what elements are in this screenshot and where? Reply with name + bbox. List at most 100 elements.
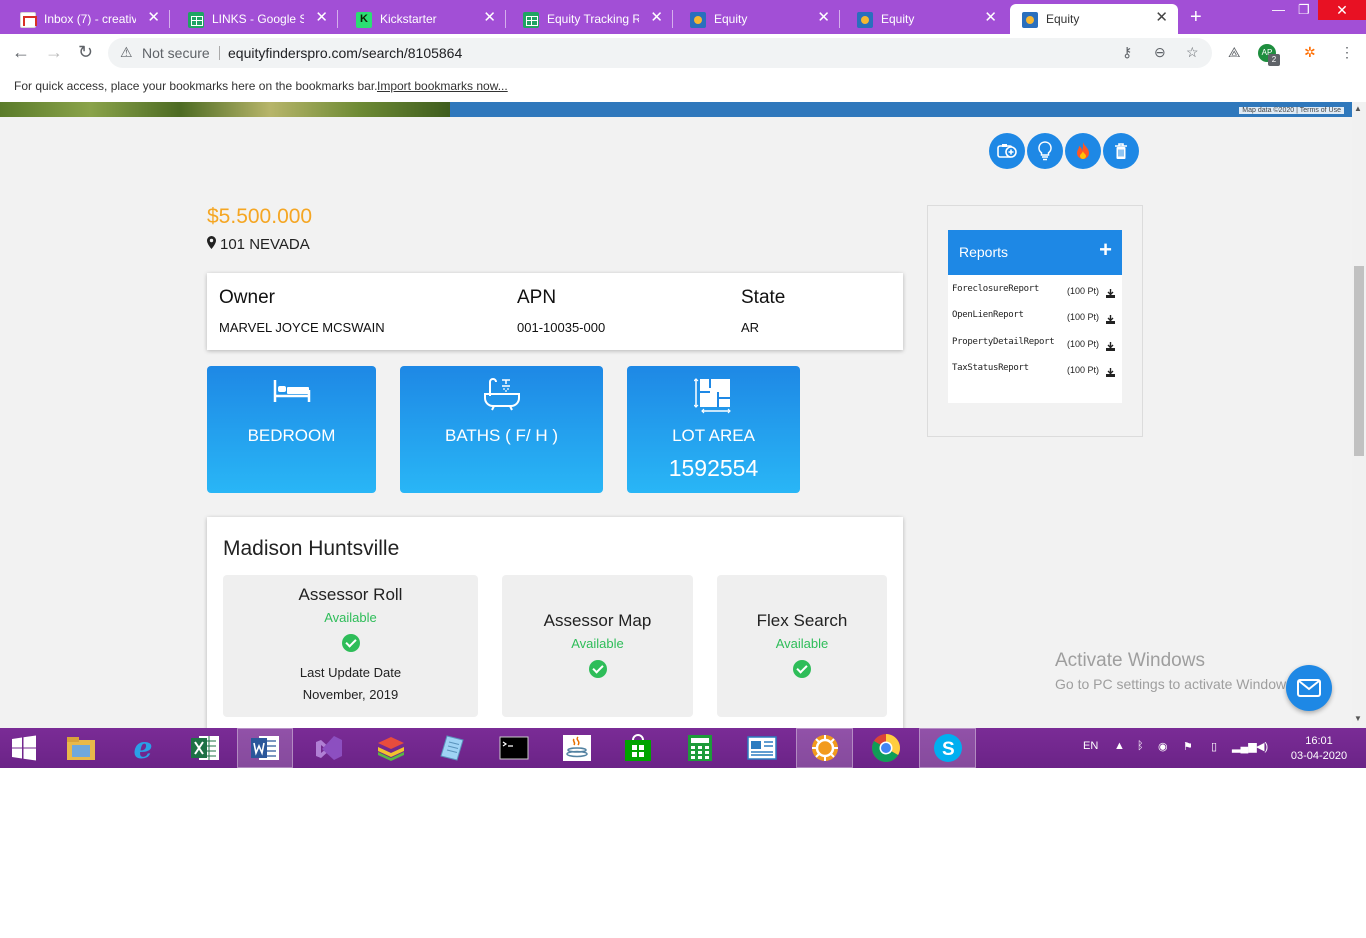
visual-studio-icon[interactable] [313,732,345,764]
import-bookmarks-link[interactable]: Import bookmarks now... [377,79,508,93]
action-center-flag-icon[interactable]: ⚑ [1183,740,1193,753]
address-bar[interactable]: ⚠ Not secure equityfinderspro.com/search… [108,38,1212,68]
reload-icon[interactable]: ↻ [78,42,93,62]
delete-button[interactable] [1103,133,1139,169]
store-icon[interactable] [622,732,654,764]
report-row-propertydetail[interactable]: PropertyDetailReport (100 Pt) [952,337,1118,351]
tab-inbox[interactable]: Inbox (7) - creative ✕ [0,4,170,34]
hot-lead-button[interactable] [1065,133,1101,169]
property-address: 101 NEVADA [207,236,310,253]
key-icon[interactable]: ⚷ [1122,44,1132,61]
download-icon[interactable] [1106,364,1115,382]
county-card: Madison Huntsville Assessor Roll Availab… [207,517,903,728]
assessor-map-box[interactable]: Assessor Map Available [502,575,693,717]
back-icon[interactable]: ← [12,42,30,62]
network-drive-icon[interactable]: ◉ [1158,740,1168,753]
restore-icon[interactable]: ❐ [1298,2,1310,18]
language-indicator[interactable]: EN [1083,740,1098,752]
lot-area-tile: LOT AREA 1592554 [627,366,800,493]
extension-icon[interactable]: ⟁ [1228,44,1241,61]
command-prompt-icon[interactable] [498,732,530,764]
tab-kickstarter[interactable]: Kickstarter ✕ [336,4,506,34]
close-window-icon[interactable]: ✕ [1318,0,1366,20]
idea-button[interactable] [1027,133,1063,169]
tab-equity-tracking[interactable]: Equity Tracking Rep ✕ [503,4,673,34]
watermark-subtitle: Go to PC settings to activate Windows. [1055,676,1297,692]
close-tab-icon[interactable]: ✕ [650,10,663,26]
property-map[interactable]: Map data ©2020 | Terms of Use [450,102,1352,117]
tab-links[interactable]: LINKS - Google She ✕ [168,4,338,34]
report-row-taxstatus[interactable]: TaxStatusReport (100 Pt) [952,363,1118,377]
bedroom-label: BEDROOM [247,426,336,445]
battery-icon[interactable]: ▯ [1211,740,1217,753]
close-tab-icon[interactable]: ✕ [147,10,160,26]
java-icon[interactable] [561,732,593,764]
file-explorer-icon[interactable] [65,732,97,764]
bed-icon [207,376,376,404]
bookmarks-message: For quick access, place your bookmarks h… [14,79,378,93]
signal-icon[interactable]: ▂▄▆ [1232,740,1257,753]
tab-equity-active[interactable]: Equity ✕ [1010,4,1178,34]
minimize-icon[interactable]: — [1272,2,1285,17]
download-icon[interactable] [1106,338,1115,356]
active-app-icon[interactable] [796,728,853,768]
report-name: PropertyDetailReport [952,337,1055,347]
calculator-icon[interactable] [684,732,716,764]
star-icon[interactable]: ☆ [1186,44,1199,61]
report-row-foreclosure[interactable]: ForeclosureReport (100 Pt) [952,284,1118,298]
show-hidden-icons-icon[interactable]: ▲ [1114,740,1125,752]
map-terms-link[interactable]: Terms of Use [1300,107,1341,114]
scroll-thumb[interactable] [1354,266,1364,456]
excel-icon[interactable] [189,732,221,764]
close-tab-icon[interactable]: ✕ [483,10,496,26]
fox-extension-icon[interactable]: ✲ [1304,44,1316,61]
reports-header: Reports + [948,230,1122,275]
assessor-roll-box[interactable]: Assessor Roll Available Last Update Date… [223,575,478,717]
bluestacks-icon[interactable] [375,732,407,764]
report-row-openlien[interactable]: OpenLienReport (100 Pt) [952,310,1118,324]
new-tab-icon[interactable]: + [1190,6,1202,29]
last-update-value: November, 2019 [302,687,399,702]
page-scrollbar[interactable]: ▲ ▼ [1352,102,1366,728]
close-tab-icon[interactable]: ✕ [315,10,328,26]
tab-equity-2[interactable]: Equity ✕ [837,4,1007,34]
internet-explorer-icon[interactable]: e [127,731,159,766]
word-icon[interactable] [237,728,293,768]
chrome-icon[interactable] [870,732,902,764]
lot-area-label: LOT AREA [672,426,755,445]
skype-icon[interactable]: S [919,728,976,768]
add-photo-button[interactable] [989,133,1025,169]
windows-taskbar: e S EN ▲ ᛒ ◉ ⚑ ▯ ▂▄▆ ◀) 16:01 03-04-2020 [0,728,1366,768]
trash-icon [1115,143,1127,159]
bluetooth-icon[interactable]: ᛒ [1137,740,1144,752]
close-tab-icon[interactable]: ✕ [817,10,830,26]
kickstarter-icon [356,12,372,28]
notepad-icon[interactable] [437,732,469,764]
news-app-icon[interactable] [746,732,778,764]
windows-logo-icon [12,735,36,761]
close-tab-icon[interactable]: ✕ [1155,10,1168,26]
scroll-up-icon[interactable]: ▲ [1354,104,1362,113]
warning-icon[interactable]: ⚠ [120,44,133,61]
system-clock[interactable]: 16:01 03-04-2020 [1290,734,1348,764]
reports-title: Reports [959,244,1009,260]
download-icon[interactable] [1106,285,1115,303]
start-button[interactable] [8,732,40,764]
tab-equity-1[interactable]: Equity ✕ [670,4,840,34]
chat-button[interactable] [1286,665,1332,711]
forward-icon[interactable]: → [45,42,63,62]
url-text[interactable]: equityfinderspro.com/search/8105864 [228,45,462,61]
menu-icon[interactable]: ⋮ [1340,44,1354,61]
flex-search-box[interactable]: Flex Search Available [717,575,887,717]
scroll-down-icon[interactable]: ▼ [1354,714,1362,723]
zoom-icon[interactable]: ⊖ [1154,44,1166,61]
assessor-map-name: Assessor Map [543,611,652,630]
state-label: State [741,287,786,308]
add-report-icon[interactable]: + [1099,239,1112,261]
equity-icon [857,12,873,28]
close-tab-icon[interactable]: ✕ [984,10,997,26]
volume-icon[interactable]: ◀) [1256,740,1268,753]
report-name: TaxStatusReport [952,363,1029,373]
security-label[interactable]: Not secure [142,45,210,61]
download-icon[interactable] [1106,311,1115,329]
